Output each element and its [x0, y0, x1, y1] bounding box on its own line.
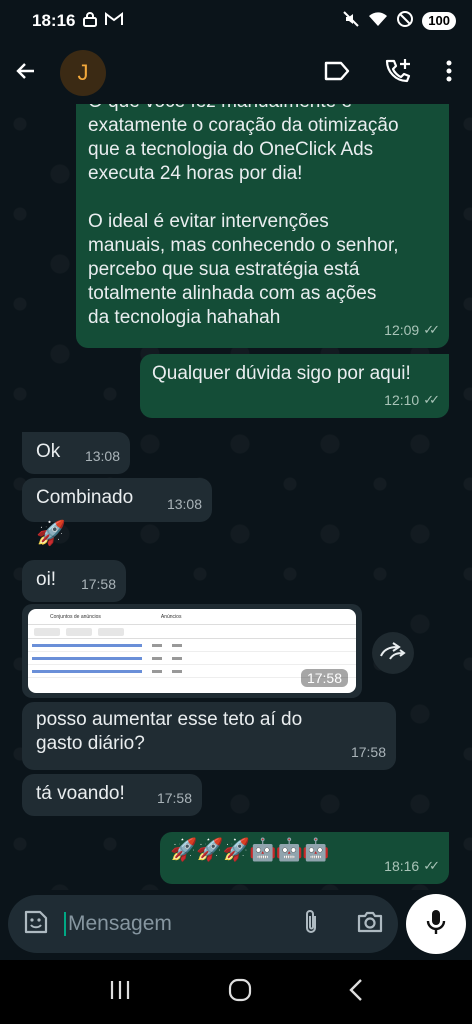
lock-icon [83, 11, 98, 32]
sticker-icon[interactable] [22, 908, 50, 941]
message-text: totalmente alinhada com as ações [88, 283, 377, 304]
message-text: que a tecnologia do OneClick Ads [88, 139, 374, 160]
message-text: manuais, mas conhecendo o senhor, [88, 235, 399, 256]
message-time: 12:10 [384, 392, 420, 408]
thumbnail-tab: Anúncios [160, 614, 182, 620]
message-text: percebo que sua estratégia está [88, 259, 360, 280]
read-ticks-icon: ✓✓ [423, 392, 440, 407]
home-icon[interactable] [228, 978, 252, 1007]
wifi-icon [368, 11, 388, 32]
read-ticks-icon: ✓✓ [423, 322, 440, 337]
forward-button[interactable] [372, 632, 414, 674]
message-time: 17:58 [300, 669, 348, 687]
message-text: O ideal é evitar intervenções [88, 211, 329, 232]
message-meta: 13:08 [167, 492, 202, 516]
system-nav-bar [0, 960, 472, 1024]
status-bar: 18:16 100 [0, 0, 472, 42]
message-time: 12:09 [384, 322, 420, 338]
message-time: 17:58 [80, 576, 116, 592]
rocket-emoji: 🚀 [36, 520, 66, 547]
status-time: 18:16 [32, 11, 76, 30]
message-bubble-incoming[interactable]: posso aumentar esse teto aí do gasto diá… [22, 702, 396, 770]
message-meta: 12:10 ✓✓ [384, 388, 440, 412]
message-bubble-incoming[interactable]: oi! 17:58 [22, 560, 126, 602]
attach-icon[interactable] [302, 908, 320, 941]
message-meta: 17:58 [351, 740, 386, 764]
message-meta: 12:09 ✓✓ [384, 318, 440, 342]
mic-button[interactable] [406, 894, 466, 954]
message-meta: 17:58 [157, 786, 192, 810]
message-text: Qualquer dúvida sigo por aqui! [152, 363, 411, 384]
message-meta: 13:08 [85, 444, 120, 468]
message-bubble-outgoing[interactable]: 🚀🚀🚀🤖🤖🤖 18:16 ✓✓ [160, 832, 449, 884]
add-call-icon[interactable] [384, 58, 412, 89]
back-nav-icon[interactable] [348, 978, 364, 1007]
thumbnail-toolbar [28, 625, 356, 639]
mute-icon [342, 10, 360, 33]
battery-badge: 100 [422, 12, 456, 30]
message-bubble-incoming[interactable]: tá voando! 17:58 [22, 774, 202, 816]
message-time: 13:08 [84, 448, 120, 464]
message-time: 17:58 [350, 744, 386, 760]
message-time: 17:58 [156, 790, 192, 806]
message-bubble-outgoing[interactable]: Qualquer dúvida sigo por aqui! 12:10 ✓✓ [140, 354, 449, 418]
message-text: O que você fez manualmente é [88, 104, 437, 114]
mic-icon [426, 908, 446, 941]
message-time: 18:16 [384, 858, 420, 874]
chat-area[interactable]: O que você fez manualmente é exatamente … [0, 104, 472, 890]
message-bubble-incoming[interactable]: Combinado 13:08 [22, 478, 212, 522]
message-composer: Mensagem [0, 890, 472, 960]
message-time: 13:08 [166, 496, 202, 512]
message-bubble-incoming[interactable]: 🚀 [30, 518, 72, 554]
read-ticks-icon: ✓✓ [423, 858, 440, 873]
thumbnail-tab: Conjuntos de anúncios [50, 614, 101, 620]
message-input[interactable]: Mensagem [64, 912, 302, 936]
message-bubble-incoming[interactable]: Ok 13:08 [22, 432, 130, 474]
more-options-icon[interactable] [446, 60, 452, 87]
message-text: exatamente o coração da otimização [88, 115, 399, 136]
thumbnail-tabs: Conjuntos de anúncios Anúncios [28, 609, 356, 625]
message-meta: 17:58 [81, 572, 116, 596]
avatar[interactable]: J [60, 50, 106, 96]
gmail-icon [105, 11, 124, 31]
screenshot-thumbnail[interactable]: Conjuntos de anúncios Anúncios 17:58 [28, 609, 356, 693]
thumbnail-row [28, 639, 356, 652]
back-arrow-icon[interactable] [14, 59, 38, 88]
camera-icon[interactable] [356, 910, 384, 939]
dnd-icon [396, 10, 414, 33]
message-input-field[interactable]: Mensagem [8, 895, 398, 953]
message-bubble-outgoing[interactable]: O que você fez manualmente é exatamente … [76, 104, 449, 348]
chat-header: J [0, 42, 472, 104]
message-meta: 18:16 ✓✓ [384, 854, 440, 878]
thumbnail-row [28, 652, 356, 665]
message-text: executa 24 horas por dia! [88, 163, 303, 184]
message-text: posso aumentar esse teto aí do [36, 709, 303, 730]
forward-icon [380, 641, 406, 665]
label-tag-icon[interactable] [324, 61, 350, 86]
recent-apps-icon[interactable] [108, 979, 132, 1006]
message-text: gasto diário? [36, 733, 145, 754]
